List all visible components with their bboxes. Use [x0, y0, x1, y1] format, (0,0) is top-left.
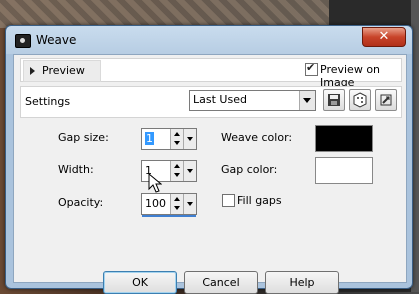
opacity-stepper[interactable]: 100: [141, 193, 197, 217]
gap-size-value[interactable]: 1: [145, 132, 154, 145]
close-button[interactable]: ✕: [362, 27, 406, 47]
preset-dropdown[interactable]: Last Used: [189, 90, 316, 111]
save-preset-icon: [328, 94, 340, 106]
ok-button[interactable]: OK: [103, 271, 177, 294]
preview-on-image-checkbox[interactable]: [305, 61, 318, 76]
gap-color-swatch[interactable]: [315, 157, 373, 184]
fill-gaps-checkbox[interactable]: [222, 194, 235, 207]
mouse-cursor-icon: [148, 172, 163, 196]
gap-size-stepper[interactable]: 1: [141, 128, 197, 150]
gap-size-label: Gap size:: [58, 131, 109, 144]
save-preset-button[interactable]: [323, 89, 345, 111]
expand-arrow-icon: [30, 67, 35, 75]
gap-size-spin-buttons[interactable]: [170, 129, 183, 149]
settings-bar: Settings Last Used: [20, 86, 402, 118]
cancel-button[interactable]: Cancel: [184, 271, 258, 294]
dialog-title: Weave: [36, 33, 77, 47]
opacity-slider-dropdown[interactable]: [183, 194, 196, 214]
randomize-button[interactable]: [349, 89, 371, 111]
opacity-spin-buttons[interactable]: [170, 194, 183, 214]
dialog-body: Preview Preview on Image Settings Last U…: [13, 54, 407, 294]
gap-color-label: Gap color:: [221, 163, 278, 176]
width-label: Width:: [58, 163, 94, 176]
fill-gaps-label: Fill gaps: [237, 194, 282, 207]
preview-toggle-button[interactable]: Preview: [23, 60, 101, 82]
title-bar[interactable]: Weave ✕: [6, 26, 412, 54]
chevron-down-icon[interactable]: [299, 91, 315, 110]
gap-size-slider-dropdown[interactable]: [183, 129, 196, 149]
opacity-value[interactable]: 100: [145, 197, 166, 210]
preview-bar: Preview Preview on Image: [20, 58, 402, 89]
settings-label: Settings: [25, 95, 71, 108]
camera-icon: [15, 34, 31, 48]
weave-color-label: Weave color:: [221, 131, 293, 144]
weave-dialog: Weave ✕ Preview Preview on Image Setting…: [5, 25, 413, 294]
help-button[interactable]: Help: [265, 271, 339, 294]
reset-button[interactable]: [375, 89, 397, 111]
reset-icon: [380, 94, 392, 106]
opacity-label: Opacity:: [58, 196, 104, 209]
preview-toggle-label: Preview: [42, 64, 85, 77]
preset-value: Last Used: [193, 93, 247, 106]
weave-color-swatch[interactable]: [315, 125, 373, 152]
random-icon: [353, 92, 367, 108]
width-slider-dropdown[interactable]: [183, 161, 196, 181]
width-spin-buttons[interactable]: [170, 161, 183, 181]
opacity-slider-track[interactable]: [142, 215, 196, 217]
